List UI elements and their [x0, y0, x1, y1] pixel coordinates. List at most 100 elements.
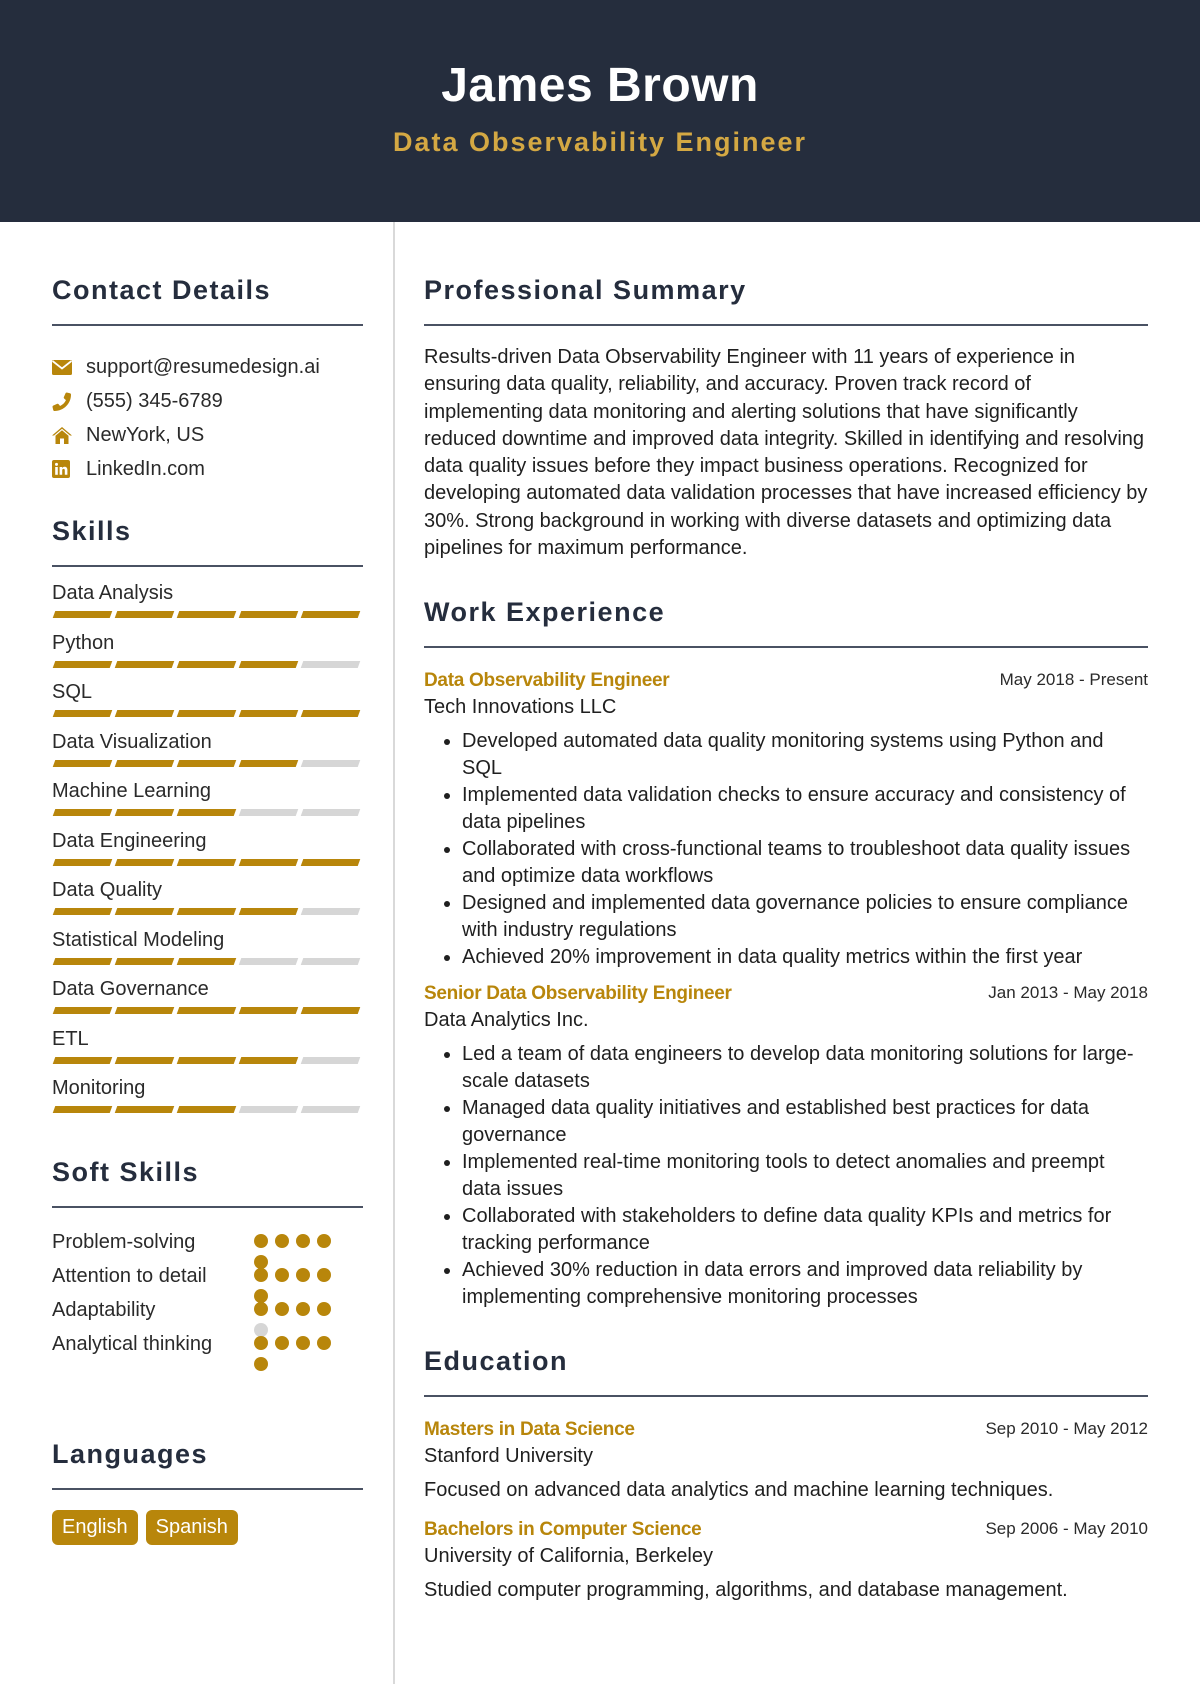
soft-skill-item: Analytical thinking	[52, 1328, 363, 1371]
skill-level-bar	[52, 809, 361, 816]
left-column: Contact Details support@resumedesign.ai …	[52, 222, 363, 1545]
skill-name: SQL	[52, 681, 93, 703]
job-bullet: Designed and implemented data governance…	[462, 890, 1148, 944]
contact-linkedin[interactable]: LinkedIn.com	[52, 452, 363, 486]
rating-dot-filled	[296, 1301, 310, 1316]
skill-segment-filled	[176, 759, 237, 767]
skill-item: Statistical Modeling	[52, 922, 363, 972]
phone-icon	[52, 391, 74, 411]
section-divider	[52, 565, 363, 567]
skill-level-bar	[52, 858, 361, 866]
skills-section: Skills Data Analysis Python SQL Data Visual…	[52, 515, 363, 1120]
skill-segment-empty	[238, 957, 299, 965]
right-column: Professional Summary Results-driven Data…	[424, 222, 1148, 1603]
soft-skill-name: Adaptability	[52, 1298, 156, 1321]
skill-name: Data Governance	[52, 978, 209, 1000]
languages-section: Languages English Spanish	[52, 1438, 363, 1545]
contact-location-text: NewYork, US	[86, 423, 205, 446]
soft-skills-section: Soft Skills Problem-solving Attention to …	[52, 1156, 363, 1371]
skill-segment-empty	[300, 809, 361, 816]
job-header: Senior Data Observability Engineer Jan 20…	[424, 981, 1148, 1007]
skill-segment-empty	[238, 1106, 299, 1113]
rating-dot-filled	[254, 1335, 268, 1350]
skill-item: Monitoring	[52, 1070, 363, 1120]
job-bullet: Collaborated with stakeholders to define…	[462, 1203, 1148, 1257]
language-badge: Spanish	[145, 1509, 238, 1545]
job-bullet: Achieved 30% reduction in data errors an…	[462, 1257, 1148, 1311]
skill-name: Data Quality	[52, 879, 163, 901]
skill-segment-filled	[300, 710, 361, 717]
candidate-role: Data Observability Engineer	[392, 127, 808, 157]
soft-skills-title: Soft Skills	[52, 1156, 200, 1187]
skill-item: Python	[52, 625, 363, 675]
skill-segment-filled	[52, 908, 113, 915]
skill-segment-filled	[176, 1106, 237, 1113]
rating-dot-filled	[275, 1233, 289, 1248]
contact-email[interactable]: support@resumedesign.ai	[52, 350, 363, 384]
skill-segment-empty	[238, 809, 299, 816]
summary-title: Professional Summary	[424, 275, 747, 305]
job-dates: Jan 2013 - May 2018	[988, 983, 1148, 1003]
skill-segment-filled	[176, 858, 237, 866]
section-divider	[424, 1395, 1148, 1398]
summary-text: Results-driven Data Observability Engine…	[424, 346, 1148, 560]
education-header: Masters in Data Science Sep 2010 - May 20…	[424, 1417, 1148, 1443]
job-company: Tech Innovations LLC	[424, 696, 617, 719]
soft-skill-name: Problem-solving	[52, 1230, 196, 1253]
skill-segment-filled	[52, 809, 113, 816]
skill-segment-empty	[300, 957, 361, 965]
candidate-name: James Brown	[441, 59, 759, 112]
skill-segment-filled	[114, 710, 175, 717]
skill-item: SQL	[52, 674, 363, 724]
education-entry: Bachelors in Computer Science Sep 2006 - …	[424, 1517, 1148, 1603]
rating-dot-filled	[296, 1233, 310, 1248]
skill-segment-filled	[176, 1007, 237, 1014]
skill-segment-filled	[114, 759, 175, 767]
skills-title: Skills	[52, 516, 132, 546]
job-bullets: Led a team of data engineers to develop …	[424, 1041, 1148, 1311]
section-divider	[52, 1487, 363, 1490]
skill-item: Data Governance	[52, 971, 363, 1021]
education-description: Studied computer programming, algorithms…	[424, 1579, 1068, 1602]
contact-title: Contact Details	[52, 275, 272, 305]
contact-linkedin-text: LinkedIn.com	[86, 457, 205, 480]
education-entry: Masters in Data Science Sep 2010 - May 20…	[424, 1417, 1148, 1503]
education-school: University of California, Berkeley	[424, 1545, 713, 1568]
skill-segment-filled	[114, 1056, 175, 1064]
skill-level-bar	[52, 1106, 361, 1113]
job-bullet: Implemented real-time monitoring tools t…	[462, 1149, 1148, 1203]
rating-dot-filled	[254, 1267, 268, 1282]
skill-item: Data Engineering	[52, 823, 363, 873]
skill-segment-filled	[176, 660, 237, 668]
linkedin-icon	[52, 459, 74, 479]
skill-item: Data Visualization	[52, 724, 363, 774]
job-title: Data Observability Engineer	[424, 670, 670, 692]
skill-name: Statistical Modeling	[52, 928, 225, 951]
skill-level-bar	[52, 759, 361, 767]
education-dates: Sep 2010 - May 2012	[985, 1419, 1148, 1439]
skill-segment-filled	[238, 1056, 299, 1064]
rating-dot-filled	[275, 1301, 289, 1316]
home-icon	[52, 425, 74, 445]
job-header: Data Observability Engineer May 2018 - Pr…	[424, 668, 1148, 694]
skill-segment-filled	[114, 809, 175, 816]
education-header: Bachelors in Computer Science Sep 2006 - …	[424, 1517, 1148, 1543]
skill-level-bar	[52, 611, 361, 618]
job-bullet: Led a team of data engineers to develop …	[462, 1041, 1148, 1095]
section-divider	[424, 646, 1148, 649]
education-dates: Sep 2006 - May 2010	[985, 1519, 1148, 1539]
skill-name: Data Visualization	[52, 730, 212, 753]
skill-segment-filled	[52, 957, 113, 965]
skill-item: Data Quality	[52, 872, 363, 922]
contact-phone[interactable]: (555) 345-6789	[52, 384, 363, 418]
skill-segment-filled	[52, 1007, 113, 1014]
rating-dot-filled	[317, 1267, 331, 1282]
skill-segment-filled	[238, 908, 299, 915]
education-title: Education	[424, 1346, 569, 1377]
skill-item: Machine Learning	[52, 773, 363, 823]
contact-section: Contact Details support@resumedesign.ai …	[52, 274, 363, 486]
skill-segment-filled	[52, 858, 113, 866]
skill-segment-filled	[176, 957, 237, 965]
skill-segment-empty	[300, 660, 361, 668]
skill-segment-filled	[52, 1056, 113, 1064]
